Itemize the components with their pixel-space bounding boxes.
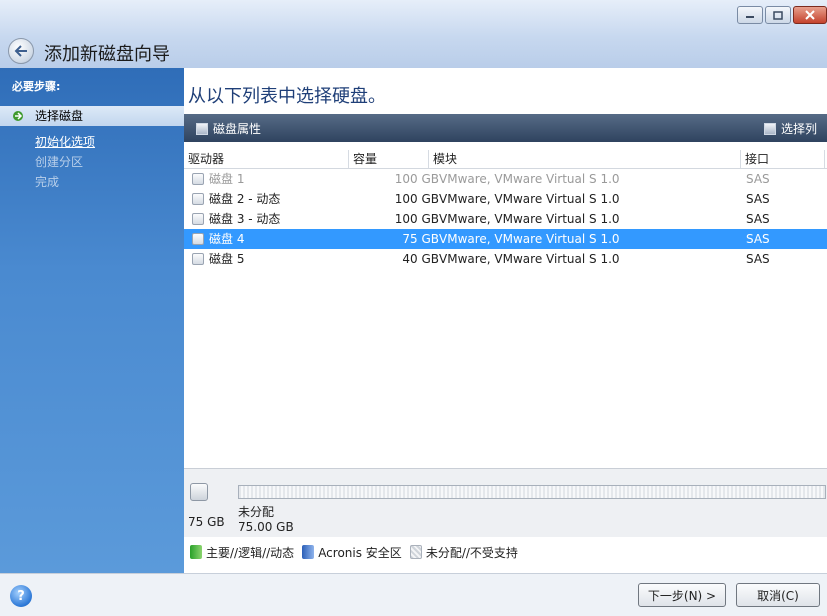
- disk-map-size: 75 GB: [188, 515, 225, 529]
- disk-capacity: 75 GB: [402, 232, 439, 246]
- unallocated-partition-bar[interactable]: [238, 485, 826, 499]
- minimize-button[interactable]: [737, 6, 763, 24]
- disk-capacity: 100 GB: [394, 172, 439, 186]
- disk-model: VMware, VMware Virtual S 1.0: [439, 172, 620, 186]
- sidebar-step-init-options[interactable]: 初始化选项: [0, 132, 184, 152]
- select-columns-button[interactable]: 选择列: [763, 120, 817, 137]
- maximize-icon: [773, 10, 783, 20]
- disk-capacity: 100 GB: [394, 192, 439, 206]
- main-panel: 从以下列表中选择硬盘。 磁盘属性 选择列 驱动器 容量 模块 接口 磁盘 1 1…: [184, 68, 827, 573]
- disk-properties-button[interactable]: 磁盘属性: [196, 120, 261, 137]
- disk-interface: SAS: [746, 232, 770, 246]
- disk-interface: SAS: [746, 212, 770, 226]
- back-arrow-icon: [14, 45, 27, 57]
- disk-name: 磁盘 3 - 动态: [209, 212, 281, 226]
- table-row[interactable]: 磁盘 3 - 动态 100 GB VMware, VMware Virtual …: [184, 209, 827, 229]
- column-header-interface[interactable]: 接口: [741, 150, 825, 168]
- table-row-selected[interactable]: 磁盘 4 75 GB VMware, VMware Virtual S 1.0 …: [184, 229, 827, 249]
- sidebar-step-select-disk[interactable]: 选择磁盘: [0, 106, 184, 126]
- disk-name: 磁盘 1: [209, 172, 245, 186]
- legend-primary-label: 主要//逻辑//动态: [206, 545, 295, 560]
- partition-label: 未分配: [238, 505, 275, 519]
- disk-model: VMware, VMware Virtual S 1.0: [439, 232, 620, 246]
- disk-icon: [192, 193, 204, 205]
- select-columns-icon: [763, 122, 776, 135]
- close-button[interactable]: [793, 6, 827, 24]
- disk-model: VMware, VMware Virtual S 1.0: [439, 252, 620, 266]
- select-columns-label: 选择列: [780, 122, 817, 136]
- disk-properties-label: 磁盘属性: [213, 122, 262, 136]
- disk-icon: [192, 173, 204, 185]
- page-title: 从以下列表中选择硬盘。: [188, 86, 386, 107]
- disk-interface: SAS: [746, 192, 770, 206]
- footer: ? 下一步(N) > 取消(C): [0, 573, 827, 616]
- partition-size: 75.00 GB: [238, 520, 294, 534]
- disk-map: 75 GB 未分配 75.00 GB: [184, 468, 827, 537]
- next-button[interactable]: 下一步(N) >: [638, 583, 726, 607]
- close-icon: [805, 10, 815, 20]
- disk-icon: [190, 483, 208, 501]
- disk-model: VMware, VMware Virtual S 1.0: [439, 212, 620, 226]
- sidebar-step-finish: 完成: [35, 175, 60, 189]
- back-button[interactable]: [8, 38, 34, 64]
- disk-model: VMware, VMware Virtual S 1.0: [439, 192, 620, 206]
- legend-unallocated-label: 未分配//不受支持: [425, 545, 518, 560]
- current-step-arrow-icon: [13, 111, 23, 121]
- minimize-icon: [746, 16, 754, 18]
- table-header: 驱动器 容量 模块 接口: [184, 148, 827, 169]
- disk-capacity: 40 GB: [402, 252, 439, 266]
- disk-icon: [192, 213, 204, 225]
- legend: 主要//逻辑//动态 Acronis 安全区 未分配//不受支持: [184, 542, 518, 562]
- legend-acronis-label: Acronis 安全区: [318, 545, 402, 560]
- toolbar: 磁盘属性 选择列: [184, 114, 827, 142]
- sidebar-step-create-partition: 创建分区: [35, 155, 84, 169]
- sidebar: 必要步骤: 选择磁盘 初始化选项 创建分区 完成: [0, 68, 184, 573]
- disk-interface: SAS: [746, 252, 770, 266]
- disk-interface: SAS: [746, 172, 770, 186]
- disk-properties-icon: [196, 122, 208, 135]
- disk-name: 磁盘 2 - 动态: [209, 192, 281, 206]
- disk-capacity: 100 GB: [394, 212, 439, 226]
- wizard-title: 添加新磁盘向导: [44, 44, 170, 65]
- maximize-button[interactable]: [765, 6, 791, 24]
- help-icon[interactable]: ?: [10, 585, 32, 607]
- disk-icon: [192, 233, 204, 245]
- column-header-drive[interactable]: 驱动器: [184, 150, 349, 168]
- legend-primary-swatch: [190, 545, 202, 559]
- table-row[interactable]: 磁盘 1 100 GB VMware, VMware Virtual S 1.0…: [184, 169, 827, 189]
- disk-name: 磁盘 4: [209, 232, 245, 246]
- cancel-button[interactable]: 取消(C): [736, 583, 820, 607]
- title-bar: 添加新磁盘向导: [0, 0, 827, 68]
- table-row[interactable]: 磁盘 5 40 GB VMware, VMware Virtual S 1.0 …: [184, 249, 827, 269]
- column-header-model[interactable]: 模块: [429, 150, 741, 168]
- column-header-capacity[interactable]: 容量: [349, 150, 429, 168]
- disk-name: 磁盘 5: [209, 252, 245, 266]
- disk-table: 驱动器 容量 模块 接口 磁盘 1 100 GB VMware, VMware …: [184, 148, 827, 468]
- steps-header: 必要步骤:: [12, 80, 61, 93]
- table-row[interactable]: 磁盘 2 - 动态 100 GB VMware, VMware Virtual …: [184, 189, 827, 209]
- disk-icon: [192, 253, 204, 265]
- legend-unallocated-swatch: [409, 545, 422, 559]
- sidebar-step-label: 选择磁盘: [35, 109, 84, 123]
- legend-acronis-swatch: [302, 545, 315, 559]
